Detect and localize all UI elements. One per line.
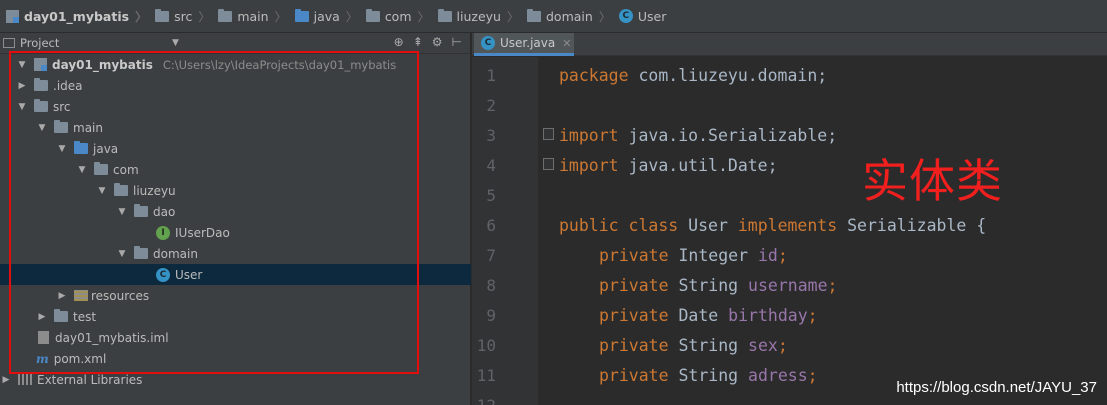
project-panel-header: Project ▼ ⊕ ⇞ ⚙ ⊢ <box>0 33 470 54</box>
tree-item-external-libraries[interactable]: ▶ External Libraries <box>0 369 471 390</box>
folder-icon <box>34 99 48 112</box>
package-icon <box>437 8 452 22</box>
code-line: 4 import java.util.Date; <box>486 155 778 175</box>
source-folder-icon <box>74 141 88 154</box>
expanded-arrow-icon[interactable]: ▼ <box>16 102 28 112</box>
module-icon <box>6 9 19 23</box>
watermark: https://blog.csdn.net/JAYU_37 <box>896 379 1097 396</box>
breadcrumb-item-domain[interactable]: domain 〉 <box>523 0 615 33</box>
chevron-down-icon[interactable]: ▼ <box>172 38 179 48</box>
code-editor[interactable]: 1 package com.liuzeyu.domain; 2 3 import… <box>472 57 1107 405</box>
tree-item-test[interactable]: ▶ test <box>0 306 471 327</box>
collapsed-arrow-icon[interactable]: ▶ <box>0 375 12 385</box>
code-line: 6 public class User implements Serializa… <box>486 215 987 235</box>
collapsed-arrow-icon[interactable]: ▶ <box>16 81 28 91</box>
breadcrumb-item-main[interactable]: main 〉 <box>214 0 290 33</box>
tree-item-idea[interactable]: ▶ .idea <box>0 75 471 96</box>
source-folder-icon <box>294 8 309 22</box>
hide-panel-icon[interactable]: ⊢ <box>452 35 462 49</box>
interface-icon: I <box>156 225 170 240</box>
package-icon <box>134 204 148 217</box>
folder-icon <box>218 8 233 22</box>
iml-file-icon <box>38 331 49 344</box>
tree-item-com[interactable]: ▼ com <box>0 159 471 180</box>
tree-item-dao[interactable]: ▼ dao <box>0 201 471 222</box>
library-icon <box>18 374 32 385</box>
annotation-text: 实体类 <box>862 154 1003 208</box>
project-panel: Project ▼ ⊕ ⇞ ⚙ ⊢ ▼ day01_mybatis C:\Use… <box>0 33 471 405</box>
class-icon: C <box>481 36 495 50</box>
breadcrumb-item-project[interactable]: day01_mybatis 〉 <box>2 0 151 33</box>
breadcrumb-item-com[interactable]: com 〉 <box>362 0 434 33</box>
tree-item-day01-mybatis[interactable]: ▼ day01_mybatis C:\Users\lzy\IdeaProject… <box>0 54 471 75</box>
tree-item-src[interactable]: ▼ src <box>0 96 471 117</box>
code-line: 7 private Integer id; <box>486 245 788 265</box>
editor-tabs: C User.java ✕ <box>472 33 1107 56</box>
code-line: 9 private Date birthday; <box>486 305 818 325</box>
code-line: 3 import java.io.Serializable; <box>486 125 838 145</box>
collapsed-arrow-icon[interactable]: ▶ <box>56 291 68 301</box>
resources-folder-icon <box>74 290 88 301</box>
gear-icon[interactable]: ⚙ <box>432 35 443 49</box>
expanded-arrow-icon[interactable]: ▼ <box>36 123 48 133</box>
package-icon <box>94 162 108 175</box>
breadcrumb-item-user[interactable]: C User <box>615 0 671 33</box>
tree-item-java[interactable]: ▼ java <box>0 138 471 159</box>
expanded-arrow-icon[interactable]: ▼ <box>116 207 128 217</box>
collapsed-arrow-icon[interactable]: ▶ <box>36 312 48 322</box>
breadcrumb: day01_mybatis 〉 src 〉 main 〉 java 〉 com 〉 liu… <box>0 0 1107 33</box>
package-icon <box>134 246 148 259</box>
project-tree: ▼ day01_mybatis C:\Users\lzy\IdeaProject… <box>0 54 471 405</box>
expanded-arrow-icon[interactable]: ▼ <box>96 186 108 196</box>
code-line: 8 private String username; <box>486 275 838 295</box>
folder-icon <box>54 309 68 322</box>
expanded-arrow-icon[interactable]: ▼ <box>16 60 28 70</box>
code-line: 10 private String sex; <box>476 335 788 355</box>
module-icon <box>34 58 47 71</box>
breadcrumb-item-src[interactable]: src 〉 <box>151 0 214 33</box>
tree-item-pom[interactable]: m pom.xml <box>0 348 471 369</box>
tree-item-main[interactable]: ▼ main <box>0 117 471 138</box>
expanded-arrow-icon[interactable]: ▼ <box>76 165 88 175</box>
tree-item-liuzeyu[interactable]: ▼ liuzeyu <box>0 180 471 201</box>
fold-icon[interactable] <box>543 128 554 140</box>
folder-icon <box>54 120 68 133</box>
class-icon: C <box>618 9 633 23</box>
close-icon[interactable]: ✕ <box>562 37 571 50</box>
expanded-arrow-icon[interactable]: ▼ <box>56 144 68 154</box>
tree-item-domain[interactable]: ▼ domain <box>0 243 471 264</box>
project-view-icon <box>3 38 15 48</box>
breadcrumb-item-java[interactable]: java 〉 <box>291 0 362 33</box>
code-line: 5 <box>486 185 496 205</box>
collapse-all-icon[interactable]: ⇞ <box>413 35 423 49</box>
package-icon <box>527 8 541 22</box>
tree-item-user[interactable]: C User <box>0 264 471 285</box>
locate-icon[interactable]: ⊕ <box>394 35 404 49</box>
folder-icon <box>155 8 170 22</box>
tree-item-iml[interactable]: day01_mybatis.iml <box>0 327 471 348</box>
code-line: 1 package com.liuzeyu.domain; <box>486 65 828 85</box>
package-icon <box>114 183 128 196</box>
fold-icon[interactable] <box>543 158 554 170</box>
tree-item-iuserdao[interactable]: I IUserDao <box>0 222 471 243</box>
project-toolbar: ⊕ ⇞ ⚙ ⊢ <box>394 35 462 49</box>
expanded-arrow-icon[interactable]: ▼ <box>116 249 128 259</box>
tab-user-java[interactable]: C User.java ✕ <box>474 33 574 56</box>
maven-icon: m <box>36 351 49 366</box>
class-icon: C <box>156 267 170 282</box>
breadcrumb-item-liuzeyu[interactable]: liuzeyu 〉 <box>434 0 523 33</box>
code-line: 2 <box>486 95 496 115</box>
package-icon <box>365 8 380 22</box>
folder-icon <box>34 78 48 91</box>
tree-item-resources[interactable]: ▶ resources <box>0 285 471 306</box>
project-panel-title: Project <box>20 36 60 50</box>
